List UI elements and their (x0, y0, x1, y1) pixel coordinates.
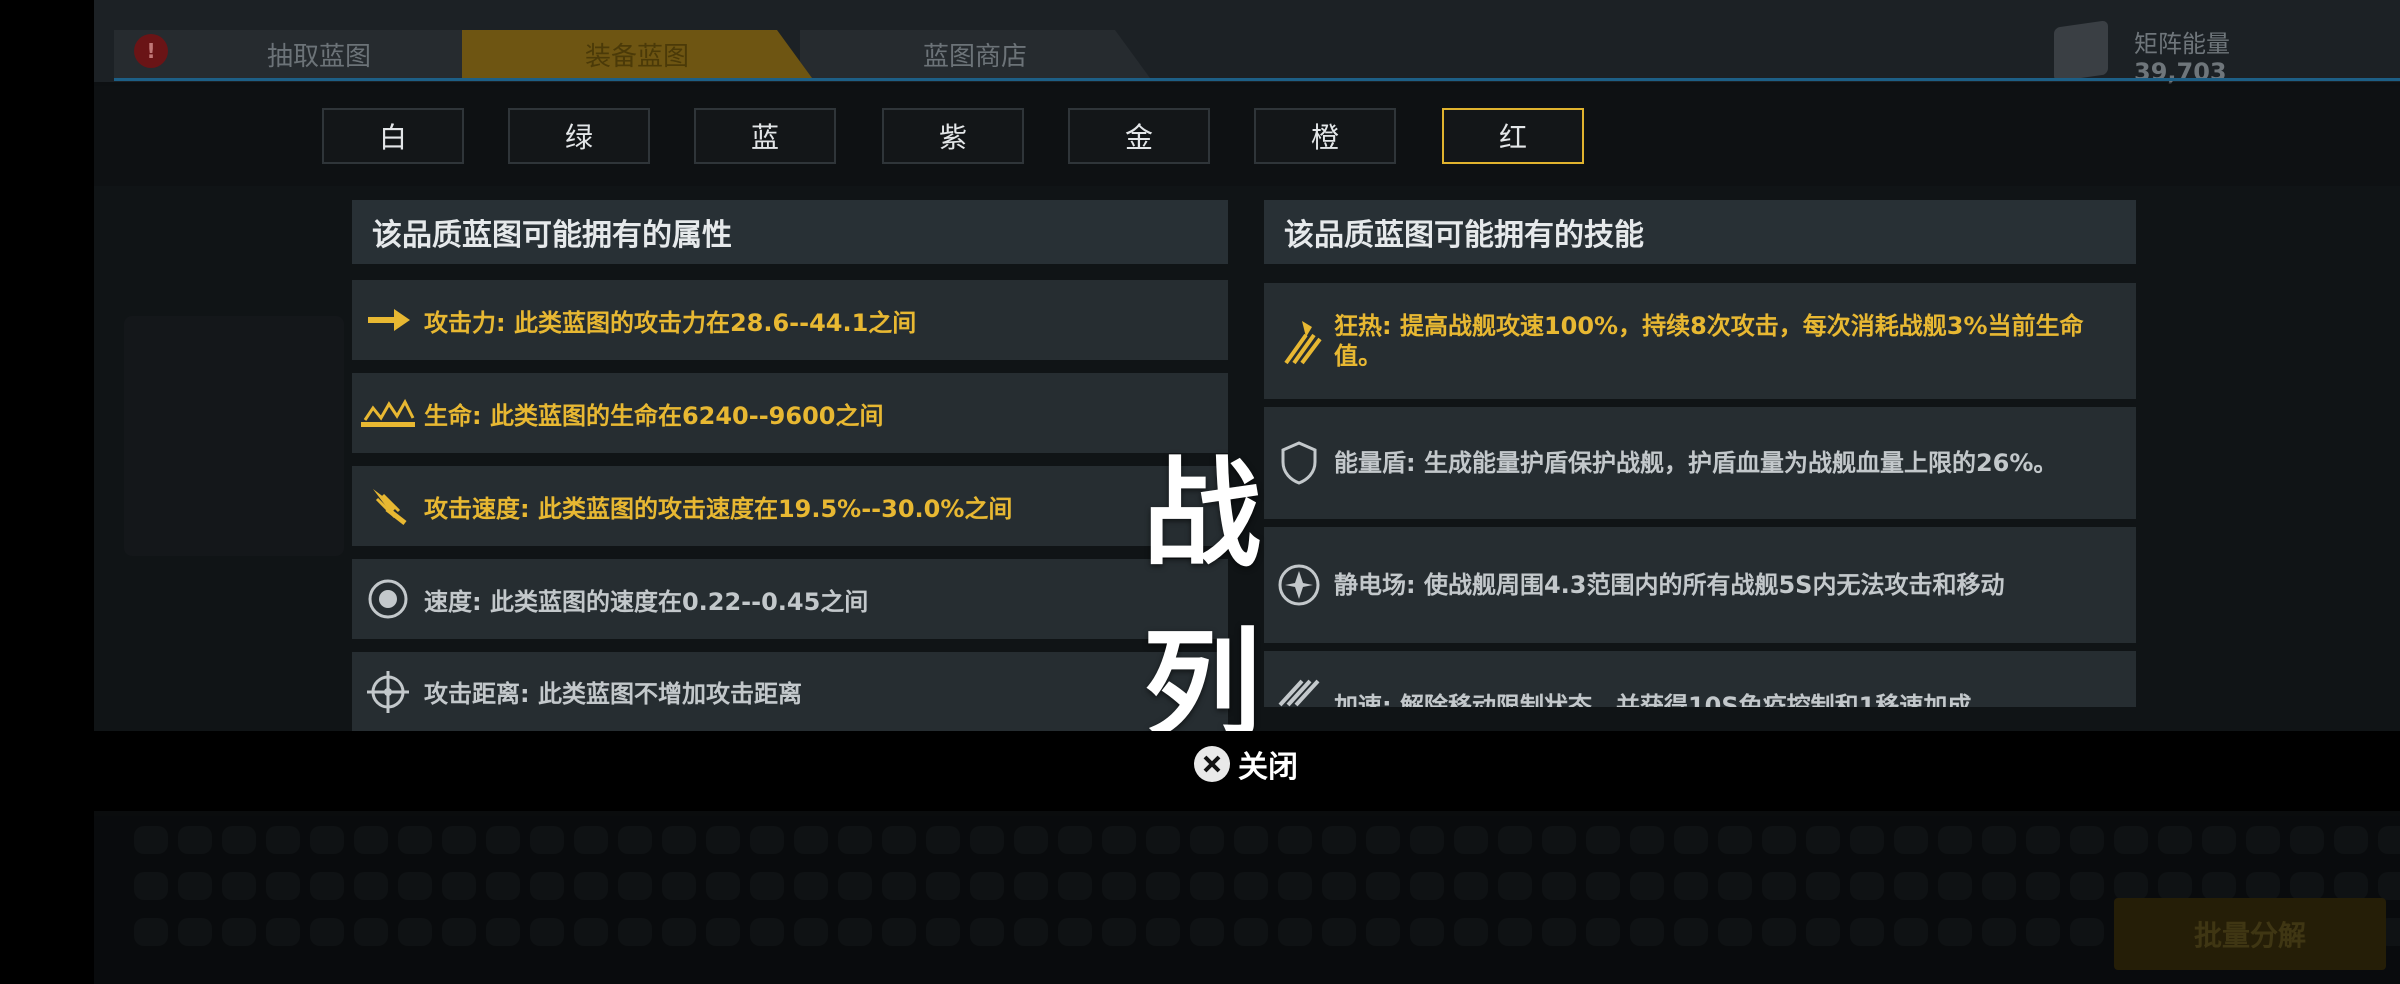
close-icon (1194, 746, 1230, 782)
game-viewport: 抽取蓝图 蓝图商店 装备蓝图 ! 矩阵能量 39,703 全部 攻击 防御 辅助… (0, 0, 2400, 984)
frenzy-icon (1264, 315, 1334, 367)
attribute-text: 攻击力: 此类蓝图的攻击力在28.6--44.1之间 (424, 308, 917, 337)
crosshair-icon (352, 652, 424, 732)
matrix-energy-icon (2054, 20, 2108, 82)
health-icon (352, 373, 424, 453)
skill-text: 静电场: 使战舰周围4.3范围内的所有战舰5S内无法攻击和移动 (1334, 571, 2005, 599)
close-button[interactable]: 关闭 (1194, 742, 1298, 786)
skill-row-frenzy: 狂热: 提高战舰攻速100%，持续8次攻击，每次消耗战舰3%当前生命值。 (1264, 283, 2136, 399)
currency-label: 矩阵能量 (2134, 30, 2230, 58)
skills-header: 该品质蓝图可能拥有的技能 (1264, 200, 2136, 264)
quality-blue-button[interactable]: 蓝 (694, 108, 836, 164)
tab-underline (114, 78, 2400, 81)
skill-text: 能量盾: 生成能量护盾保护战舰，护盾血量为战舰血量上限的26%。 (1334, 449, 2058, 477)
game-screen: 抽取蓝图 蓝图商店 装备蓝图 ! 矩阵能量 39,703 全部 攻击 防御 辅助… (94, 0, 2400, 984)
tab-equip-blueprint[interactable]: 装备蓝图 (462, 30, 812, 78)
skill-text: 加速: 解除移动限制状态，并获得10S免疫控制和1移速加成 (1334, 692, 1972, 707)
quality-white-button[interactable]: 白 (322, 108, 464, 164)
quality-filter-bar: 白 绿 蓝 紫 金 橙 红 (94, 86, 2400, 186)
attributes-header: 该品质蓝图可能拥有的属性 (352, 200, 1228, 264)
attribute-text: 生命: 此类蓝图的生命在6240--9600之间 (424, 401, 884, 430)
skill-row-static-field: 静电场: 使战舰周围4.3范围内的所有战舰5S内无法攻击和移动 (1264, 527, 2136, 643)
attribute-row-attack: 攻击力: 此类蓝图的攻击力在28.6--44.1之间 (352, 280, 1228, 360)
notification-badge: ! (134, 34, 168, 68)
attack-arrow-icon (352, 280, 424, 360)
skill-row-energy-shield: 能量盾: 生成能量护盾保护战舰，护盾血量为战舰血量上限的26%。 (1264, 407, 2136, 519)
quality-green-button[interactable]: 绿 (508, 108, 650, 164)
quality-gold-button[interactable]: 金 (1068, 108, 1210, 164)
close-label: 关闭 (1238, 750, 1298, 785)
skill-text: 狂热: 提高战舰攻速100%，持续8次攻击，每次消耗战舰3%当前生命值。 (1334, 312, 2084, 370)
skill-row-boost: 加速: 解除移动限制状态，并获得10S免疫控制和1移速加成 (1264, 651, 2136, 707)
attribute-text: 攻击距离: 此类蓝图不增加攻击距离 (424, 680, 802, 708)
quality-orange-button[interactable]: 橙 (1254, 108, 1396, 164)
top-tab-bar: 抽取蓝图 蓝图商店 装备蓝图 ! 矩阵能量 39,703 (94, 0, 2400, 86)
attribute-text: 速度: 此类蓝图的速度在0.22--0.45之间 (424, 587, 869, 616)
attribute-text: 攻击速度: 此类蓝图的攻击速度在19.5%--30.0%之间 (424, 494, 1013, 523)
quality-red-button[interactable]: 红 (1442, 108, 1584, 164)
tab-blueprint-shop[interactable]: 蓝图商店 (800, 30, 1150, 78)
ship-class-title: 战列 (1142, 445, 1265, 754)
speed-gear-icon (352, 559, 424, 639)
attack-speed-icon (352, 466, 424, 546)
quality-purple-button[interactable]: 紫 (882, 108, 1024, 164)
